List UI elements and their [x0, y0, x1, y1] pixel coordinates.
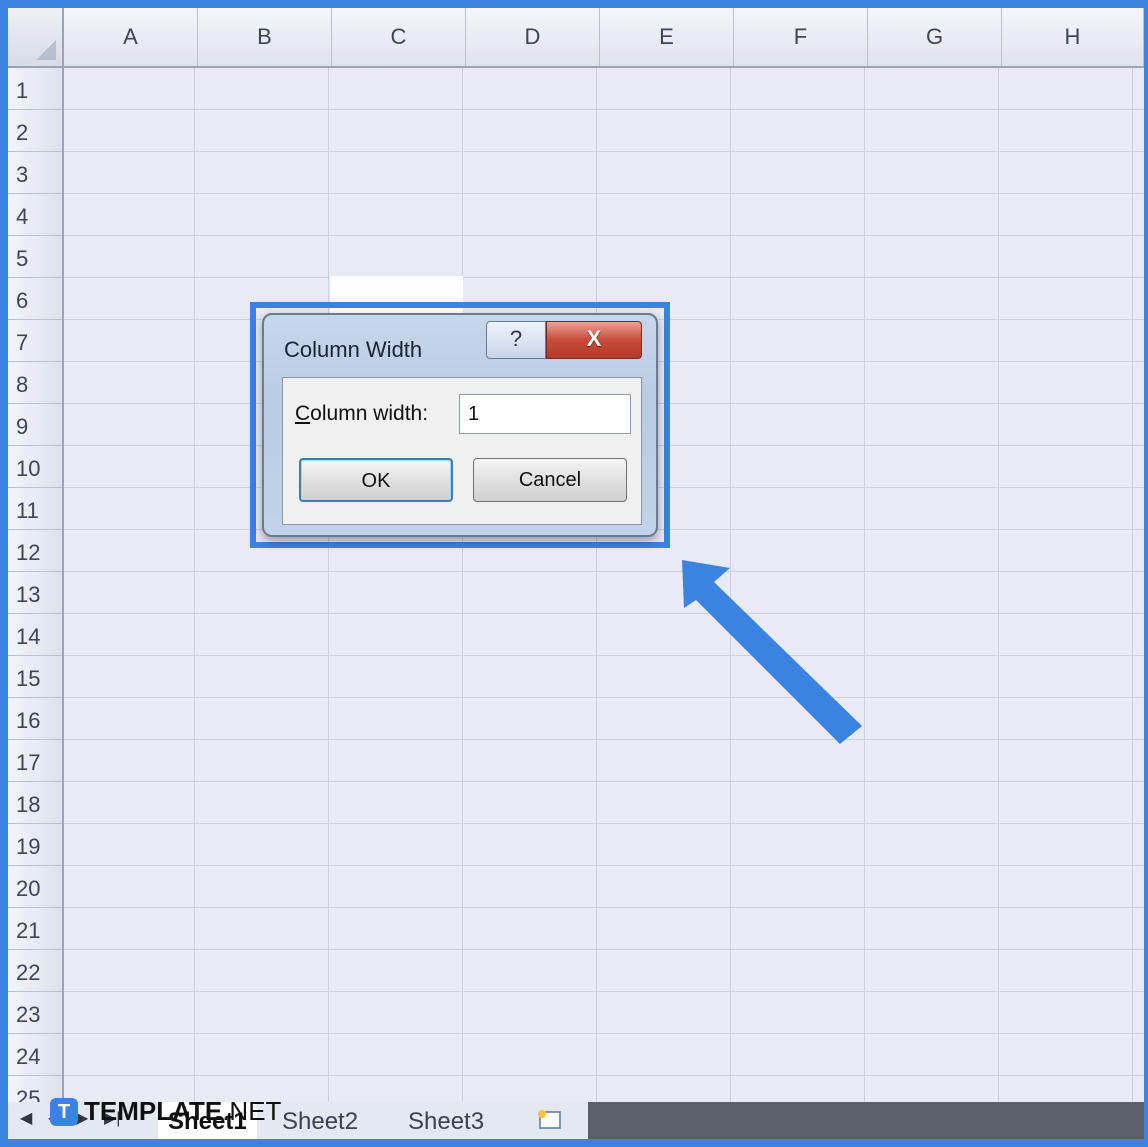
- column-header-d[interactable]: D: [466, 8, 600, 66]
- row-header[interactable]: 5: [8, 236, 62, 278]
- row-header[interactable]: 11: [8, 488, 62, 530]
- row-header[interactable]: 22: [8, 950, 62, 992]
- column-header-g[interactable]: G: [868, 8, 1002, 66]
- insert-sheet-icon[interactable]: [532, 1108, 568, 1132]
- row-header[interactable]: 10: [8, 446, 62, 488]
- column-header-h[interactable]: H: [1002, 8, 1144, 66]
- row-header[interactable]: 15: [8, 656, 62, 698]
- dialog-body: Column width: OK Cancel: [282, 377, 642, 525]
- tab-sheet2[interactable]: Sheet2: [282, 1102, 358, 1139]
- row-header[interactable]: 13: [8, 572, 62, 614]
- column-header-b[interactable]: B: [198, 8, 332, 66]
- help-button[interactable]: ?: [486, 321, 546, 359]
- row-header[interactable]: 2: [8, 110, 62, 152]
- logo-brand-bold: TEMPLATE: [84, 1096, 223, 1126]
- column-width-label: Column width:: [295, 402, 428, 426]
- row-header[interactable]: 9: [8, 404, 62, 446]
- cell-grid[interactable]: [64, 68, 1144, 1139]
- row-header[interactable]: 3: [8, 152, 62, 194]
- column-width-label-rest: olumn width:: [310, 402, 429, 425]
- column-header-e[interactable]: E: [600, 8, 734, 66]
- tab-sheet3[interactable]: Sheet3: [408, 1102, 484, 1139]
- close-button[interactable]: X: [546, 321, 642, 359]
- column-width-input[interactable]: [459, 394, 631, 434]
- select-all-icon: [36, 40, 56, 60]
- row-header[interactable]: 21: [8, 908, 62, 950]
- logo-text: TEMPLATE.NET: [84, 1096, 281, 1127]
- column-header-f[interactable]: F: [734, 8, 868, 66]
- row-header[interactable]: 14: [8, 614, 62, 656]
- row-header[interactable]: 6: [8, 278, 62, 320]
- row-header[interactable]: 18: [8, 782, 62, 824]
- row-header[interactable]: 24: [8, 1034, 62, 1076]
- logo-badge: T: [50, 1098, 78, 1126]
- pointer-arrow-icon: [682, 560, 862, 744]
- first-sheet-nav-icon[interactable]: ◀: [20, 1108, 32, 1128]
- column-width-label-hotkey: C: [295, 402, 311, 425]
- row-header[interactable]: 19: [8, 824, 62, 866]
- row-header[interactable]: 23: [8, 992, 62, 1034]
- row-header[interactable]: 20: [8, 866, 62, 908]
- row-header[interactable]: 17: [8, 740, 62, 782]
- spreadsheet: A B C D E F G H 1 2 3 4 5 6 7 8 9 10 11 …: [8, 8, 1144, 1139]
- select-all-corner[interactable]: [8, 8, 64, 66]
- row-header[interactable]: 8: [8, 362, 62, 404]
- dialog-title: Column Width: [284, 337, 423, 362]
- row-header[interactable]: 16: [8, 698, 62, 740]
- cancel-button[interactable]: Cancel: [473, 458, 627, 502]
- column-header-c[interactable]: C: [332, 8, 466, 66]
- ok-button[interactable]: OK: [299, 458, 453, 502]
- row-header[interactable]: 1: [8, 68, 62, 110]
- column-width-dialog: Column Width ? X Column width: OK Cancel: [262, 313, 658, 537]
- row-header-column: 1 2 3 4 5 6 7 8 9 10 11 12 13 14 15 16 1…: [8, 68, 64, 1139]
- column-header-row: A B C D E F G H: [8, 8, 1144, 68]
- column-header-a[interactable]: A: [64, 8, 198, 66]
- row-header[interactable]: 7: [8, 320, 62, 362]
- row-header[interactable]: 4: [8, 194, 62, 236]
- row-header[interactable]: 12: [8, 530, 62, 572]
- logo-brand-rest: .NET: [222, 1096, 282, 1126]
